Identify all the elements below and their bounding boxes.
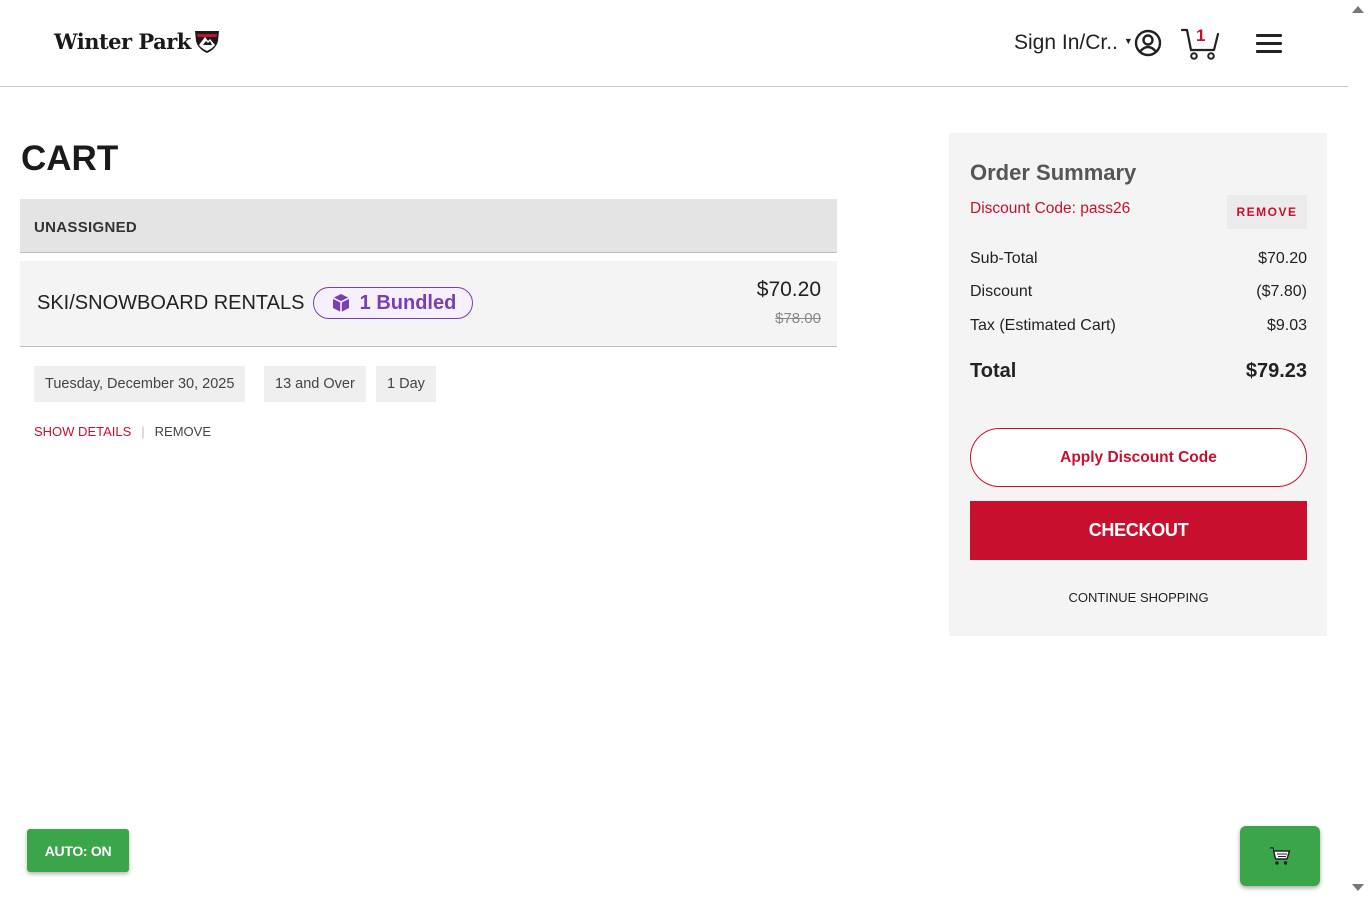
tax-value: $9.03 bbox=[1266, 317, 1307, 334]
logo-text: Winter Park bbox=[54, 28, 191, 54]
scrollbar-down-arrow-icon[interactable] bbox=[1352, 884, 1364, 891]
subtotal-label: Sub-Total bbox=[970, 250, 1038, 267]
floating-cart-button[interactable] bbox=[1240, 826, 1320, 886]
tax-label: Tax (Estimated Cart) bbox=[970, 317, 1116, 334]
hamburger-menu-icon[interactable] bbox=[1256, 34, 1282, 54]
guest-group-label: UNASSIGNED bbox=[34, 219, 138, 236]
sign-in-label: Sign In/Cr.. bbox=[1014, 31, 1118, 54]
item-age-chip: 13 and Over bbox=[264, 366, 366, 402]
logo[interactable]: Winter Park bbox=[54, 28, 220, 54]
cart-count-badge: 1 bbox=[1196, 26, 1206, 45]
total-value: $79.23 bbox=[1245, 360, 1307, 382]
auto-toggle-button[interactable]: AUTO: ON bbox=[27, 829, 129, 872]
bundled-badge[interactable]: 1 Bundled bbox=[313, 287, 473, 319]
item-actions: SHOW DETAILS | REMOVE bbox=[34, 424, 211, 439]
tax-row: Tax (Estimated Cart) $9.03 bbox=[970, 317, 1307, 335]
total-label: Total bbox=[970, 360, 1017, 382]
continue-shopping-link[interactable]: CONTINUE SHOPPING bbox=[970, 590, 1307, 605]
order-summary-panel: Order Summary Discount Code: pass26 REMO… bbox=[949, 133, 1327, 636]
discount-code-label: Discount Code: pass26 bbox=[970, 200, 1131, 217]
page-title: CART bbox=[21, 139, 119, 178]
bundled-label: 1 Bundled bbox=[359, 291, 457, 314]
checkout-button[interactable]: CHECKOUT bbox=[970, 501, 1307, 560]
total-row: Total $79.23 bbox=[970, 360, 1307, 383]
cart-page: Winter Park Sign In/Cr.. ▼ 1 CART UNASSI… bbox=[0, 0, 1370, 899]
sign-in-dropdown[interactable]: Sign In/Cr.. ▼ bbox=[1014, 31, 1133, 55]
site-header: Winter Park Sign In/Cr.. ▼ 1 bbox=[0, 0, 1348, 87]
discount-label: Discount bbox=[970, 283, 1033, 300]
discount-value: ($7.80) bbox=[1256, 283, 1307, 300]
item-original-price: $78.00 bbox=[775, 310, 821, 327]
box-icon bbox=[332, 294, 350, 312]
item-date-chip: Tuesday, December 30, 2025 bbox=[34, 366, 246, 402]
subtotal-value: $70.20 bbox=[1258, 250, 1307, 267]
shopping-cart-icon bbox=[1270, 847, 1291, 865]
mountain-logo-icon bbox=[194, 31, 219, 53]
item-duration-chip: 1 Day bbox=[376, 366, 436, 402]
item-name: SKI/SNOWBOARD RENTALS bbox=[37, 292, 305, 314]
item-price: $70.20 bbox=[756, 278, 821, 301]
discount-row: Discount ($7.80) bbox=[970, 283, 1307, 301]
caret-down-icon: ▼ bbox=[1123, 36, 1133, 46]
remove-item-link[interactable]: REMOVE bbox=[155, 424, 211, 439]
cart-item-row: SKI/SNOWBOARD RENTALS 1 Bundled $70.20 $… bbox=[20, 261, 837, 347]
show-details-link[interactable]: SHOW DETAILS bbox=[34, 424, 131, 439]
apply-discount-button[interactable]: Apply Discount Code bbox=[970, 428, 1307, 487]
remove-discount-button[interactable]: REMOVE bbox=[1227, 195, 1307, 229]
guest-group-header: UNASSIGNED bbox=[20, 199, 837, 253]
subtotal-row: Sub-Total $70.20 bbox=[970, 250, 1307, 268]
user-circle-icon[interactable] bbox=[1134, 29, 1162, 57]
order-summary-title: Order Summary bbox=[970, 160, 1137, 185]
action-separator: | bbox=[141, 424, 145, 439]
scrollbar-up-arrow-icon[interactable] bbox=[1352, 6, 1364, 13]
